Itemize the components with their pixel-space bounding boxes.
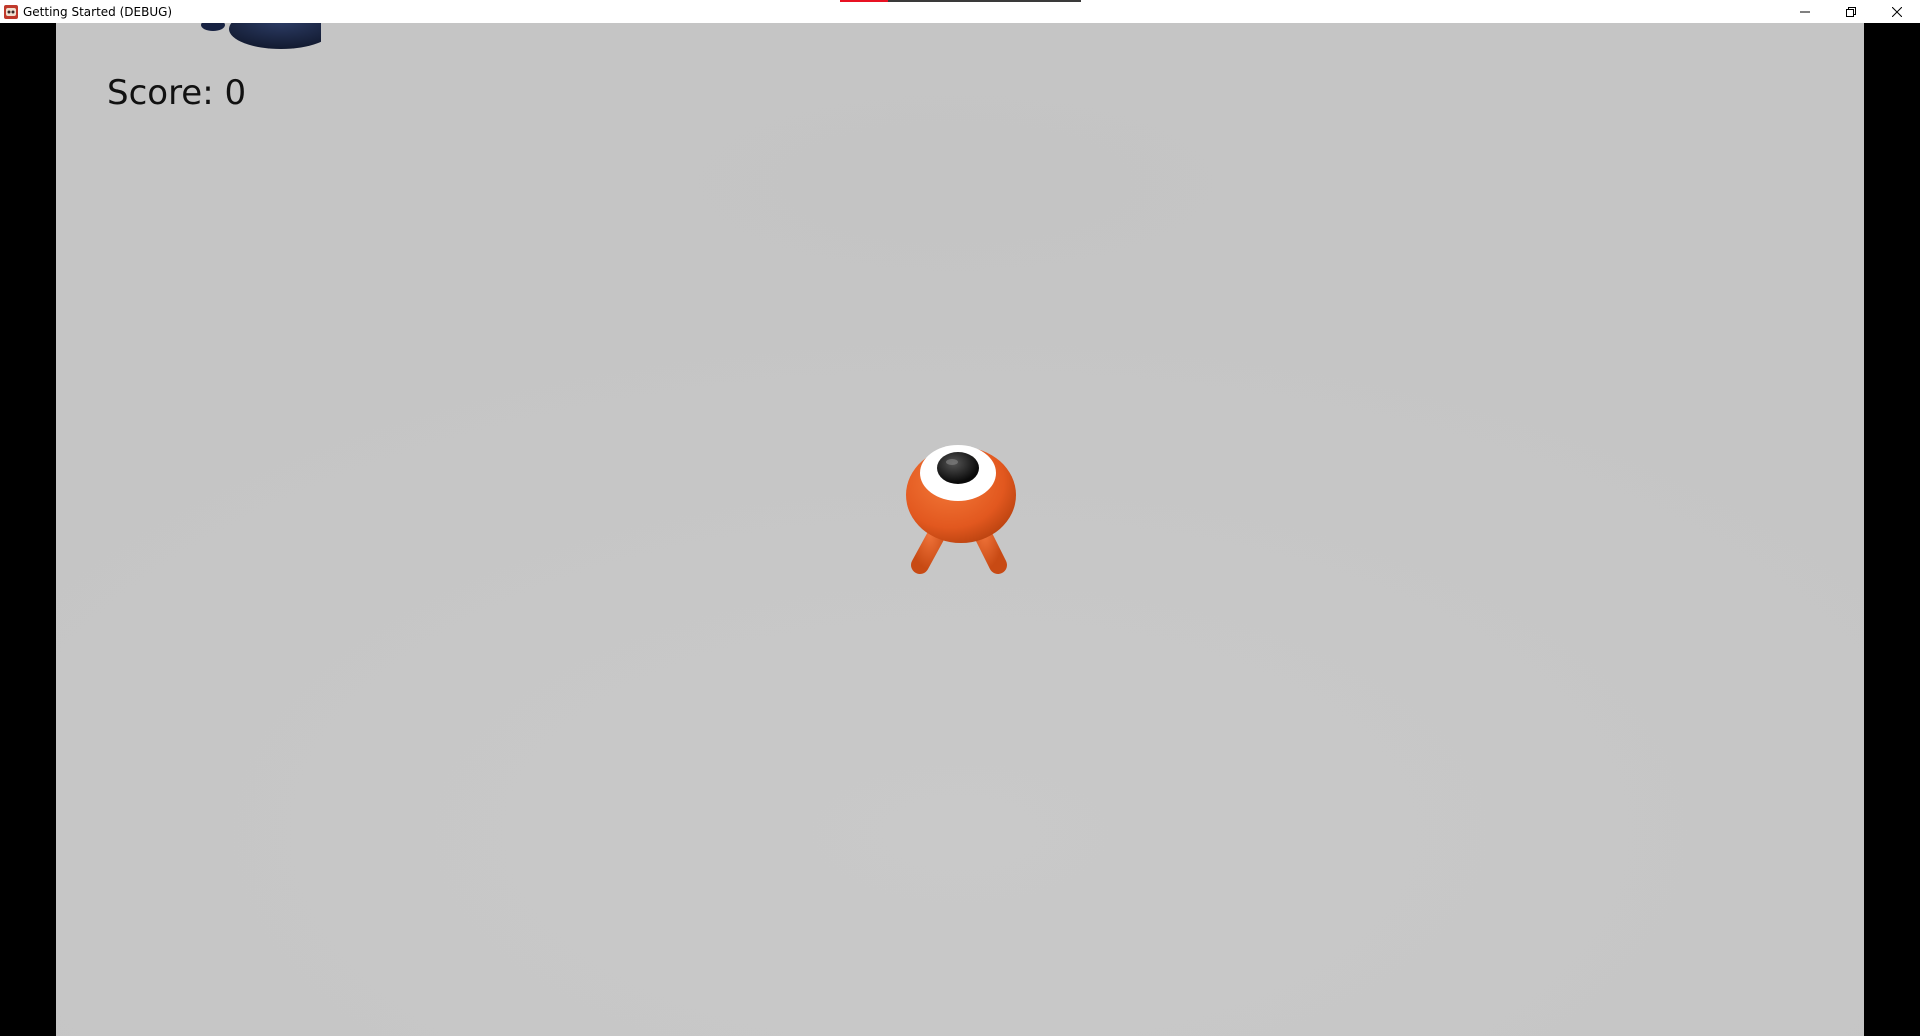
loading-strip-fill: [840, 0, 889, 2]
player-pupil: [937, 452, 979, 484]
restore-button[interactable]: [1828, 0, 1874, 23]
window-title: Getting Started (DEBUG): [23, 4, 173, 19]
window-controls: [1782, 0, 1920, 23]
minimize-icon: [1800, 2, 1810, 21]
title-bar[interactable]: Getting Started (DEBUG): [0, 0, 1920, 23]
game-viewport[interactable]: Score: 0: [56, 23, 1864, 1036]
restore-icon: [1846, 2, 1856, 21]
loading-strip: [840, 0, 1081, 2]
player-character: [906, 445, 1016, 574]
close-button[interactable]: [1874, 0, 1920, 23]
game-window: Getting Started (DEBUG) Score: 0: [0, 0, 1920, 1036]
minimize-button[interactable]: [1782, 0, 1828, 23]
close-icon: [1891, 2, 1903, 21]
godot-icon: [3, 4, 19, 20]
score-label: Score: 0: [107, 73, 247, 113]
enemy-mob: [201, 23, 321, 49]
